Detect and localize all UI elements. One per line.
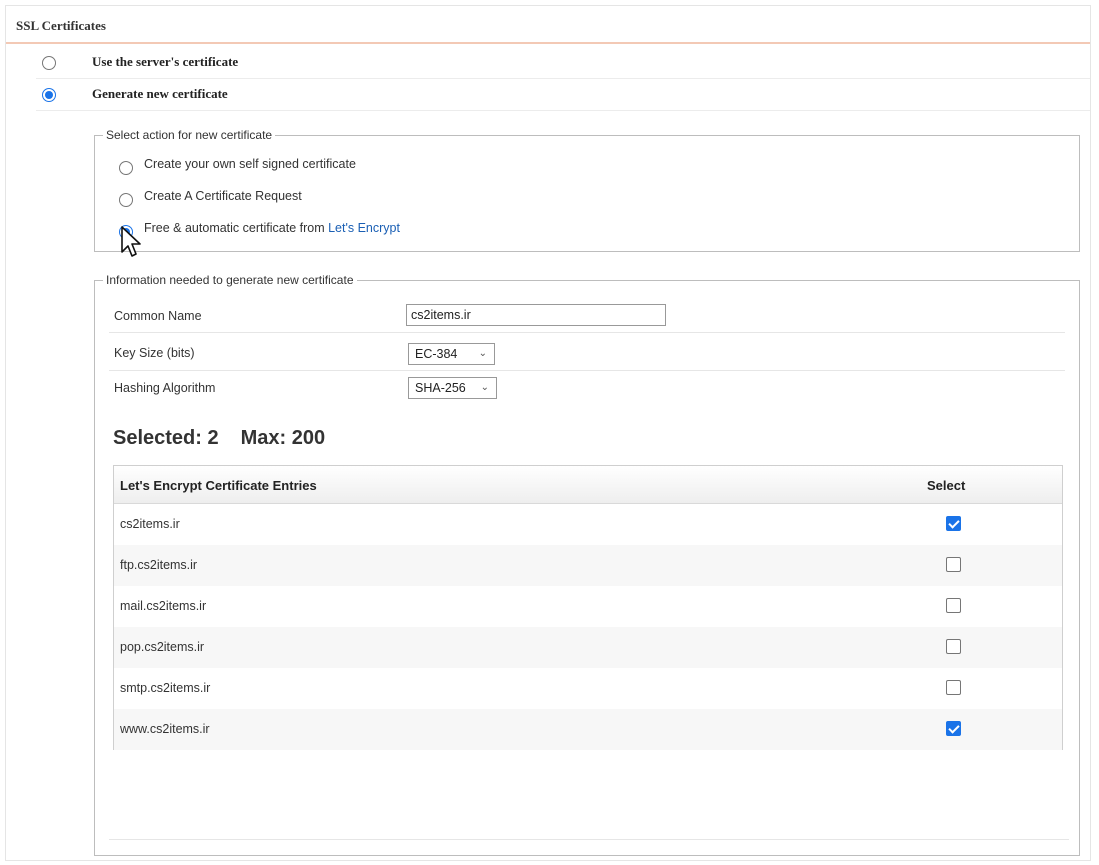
mouse-pointer-icon [121, 226, 141, 257]
select-action-legend: Select action for new certificate [106, 128, 273, 142]
certificate-request-radio[interactable] [119, 193, 133, 207]
entry-select-checkbox[interactable] [946, 516, 961, 531]
column-header-entries: Let's Encrypt Certificate Entries [120, 478, 317, 493]
table-row: pop.cs2items.ir [114, 627, 1062, 668]
self-signed-label[interactable]: Create your own self signed certificate [144, 157, 356, 171]
chevron-down-icon: ⌄ [480, 382, 489, 393]
chevron-down-icon: ⌄ [478, 348, 487, 359]
table-row: smtp.cs2items.ir [114, 668, 1062, 709]
entry-select-checkbox[interactable] [946, 721, 961, 736]
max-count: Max: 200 [240, 427, 326, 449]
entry-name: cs2items.ir [120, 517, 180, 531]
common-name-input[interactable] [406, 304, 666, 326]
entry-name: smtp.cs2items.ir [120, 681, 211, 695]
lets-encrypt-link[interactable]: Let's Encrypt [328, 221, 400, 235]
divider [36, 110, 1090, 111]
entry-select-checkbox[interactable] [946, 557, 961, 572]
divider [36, 78, 1090, 79]
hashing-algorithm-value: SHA-256 [415, 381, 466, 395]
lets-encrypt-label[interactable]: Free & automatic certificate from Let's … [144, 221, 400, 235]
entry-name: ftp.cs2items.ir [120, 558, 198, 572]
lets-encrypt-label-text: Free & automatic certificate from [144, 221, 329, 235]
table-header: Let's Encrypt Certificate Entries Select [114, 466, 1062, 504]
panel-title: SSL Certificates [16, 18, 106, 33]
entry-name: mail.cs2items.ir [120, 599, 207, 613]
field-divider [109, 332, 1065, 333]
certificate-request-label[interactable]: Create A Certificate Request [144, 189, 302, 203]
entry-name: www.cs2items.ir [120, 722, 210, 736]
use-server-certificate-radio[interactable] [42, 56, 56, 70]
generate-new-certificate-radio[interactable] [42, 88, 56, 102]
table-row: ftp.cs2items.ir [114, 545, 1062, 586]
hashing-algorithm-select[interactable]: SHA-256 ⌄ [408, 377, 497, 399]
column-header-select: Select [927, 478, 966, 493]
ssl-certificates-panel: SSL Certificates Use the server's certif… [5, 5, 1091, 861]
use-server-certificate-label[interactable]: Use the server's certificate [92, 54, 238, 70]
common-name-label: Common Name [114, 309, 202, 323]
entry-select-checkbox[interactable] [946, 680, 961, 695]
entry-select-checkbox[interactable] [946, 639, 961, 654]
hashing-algorithm-label: Hashing Algorithm [114, 381, 216, 395]
entry-name: pop.cs2items.ir [120, 640, 205, 654]
panel-header: SSL Certificates [6, 6, 1090, 44]
key-size-label: Key Size (bits) [114, 346, 195, 360]
self-signed-radio[interactable] [119, 161, 133, 175]
table-row: cs2items.ir [114, 504, 1062, 545]
certificate-entries-table: Let's Encrypt Certificate Entries Select… [113, 465, 1063, 750]
generate-new-certificate-label[interactable]: Generate new certificate [92, 86, 228, 102]
selection-counter: Selected: 2 Max: 200 [113, 427, 325, 450]
table-row: mail.cs2items.ir [114, 586, 1062, 627]
key-size-value: EC-384 [415, 347, 458, 361]
info-legend: Information needed to generate new certi… [106, 273, 354, 287]
divider [109, 839, 1069, 840]
field-divider [109, 370, 1065, 371]
selected-count: Selected: 2 [113, 427, 219, 449]
table-row: www.cs2items.ir [114, 709, 1062, 750]
key-size-select[interactable]: EC-384 ⌄ [408, 343, 495, 365]
entry-select-checkbox[interactable] [946, 598, 961, 613]
